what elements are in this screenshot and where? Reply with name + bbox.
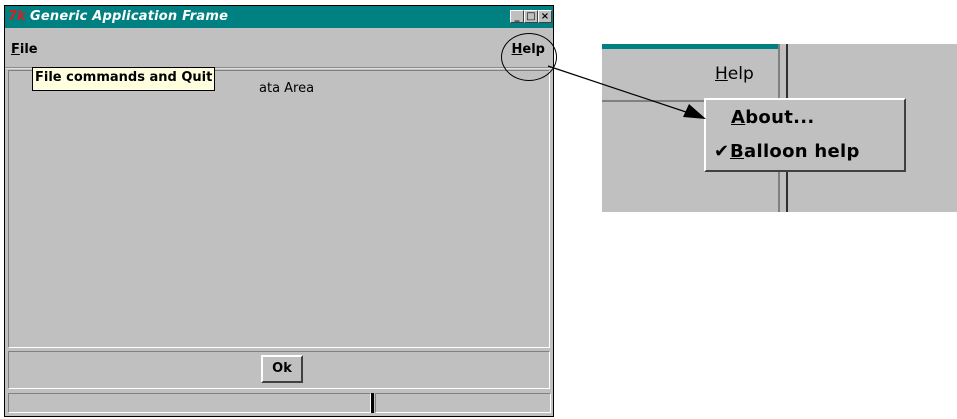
callout-arrow — [547, 65, 706, 119]
